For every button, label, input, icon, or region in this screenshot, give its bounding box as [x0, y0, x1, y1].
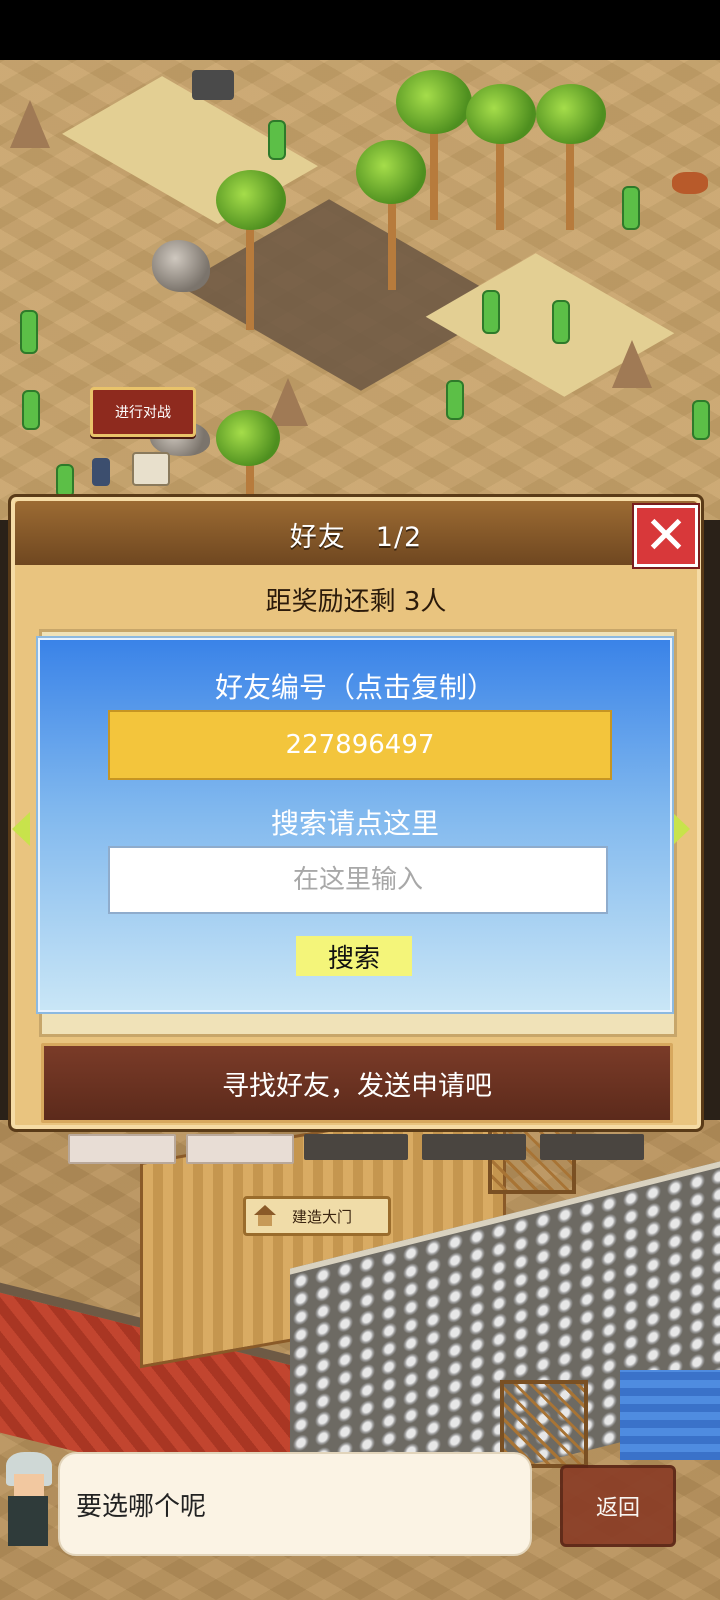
find-friends-button[interactable]: 寻找好友，发送申请吧 [41, 1043, 673, 1123]
search-label: 搜索请点这里 [270, 807, 439, 840]
arrow-left-icon[interactable] [12, 812, 30, 846]
home-icon [254, 1205, 276, 1227]
termite-mound [10, 100, 50, 148]
speech-bubble: 要选哪个呢 [58, 1452, 532, 1556]
friend-id-title: 好友编号（点击复制） [214, 671, 495, 704]
dialog-title: 好友 1/2 [11, 515, 701, 554]
cactus [56, 464, 74, 498]
page-indicator: 1/2 [375, 522, 423, 553]
search-button[interactable]: 搜索 [296, 936, 412, 976]
friend-slot[interactable] [186, 1134, 294, 1164]
avatar-face [14, 1474, 44, 1496]
palm-tree [216, 410, 280, 466]
cactus [20, 310, 38, 354]
friend-id-panel: 好友编号（点击复制） 227896497 搜索请点这里 搜索 [38, 638, 672, 1012]
palm-tree [466, 84, 536, 144]
palm-tree-trunk [430, 120, 438, 220]
friend-id-copy-box[interactable]: 227896497 [108, 710, 612, 780]
friend-slot[interactable] [540, 1134, 644, 1160]
close-icon: ✕ [644, 506, 688, 566]
cactus [482, 290, 500, 334]
cactus [622, 186, 640, 230]
speech-text: 要选哪个呢 [76, 1492, 207, 1522]
palm-tree-trunk [566, 130, 574, 230]
friend-slot[interactable] [304, 1134, 408, 1160]
back-button[interactable]: 返回 [560, 1465, 676, 1547]
cactus [552, 300, 570, 344]
build-gate-sign[interactable]: 建造大门 [243, 1196, 391, 1236]
map-top-area[interactable] [0, 60, 720, 520]
advisor-avatar [0, 1452, 56, 1552]
player-character[interactable] [92, 458, 110, 486]
dialog-title-text: 好友 [289, 522, 346, 553]
palm-tree [536, 84, 606, 144]
cactus [268, 120, 286, 160]
status-bar [0, 0, 720, 60]
wagon [132, 452, 170, 486]
palm-tree [356, 140, 426, 204]
build-gate-label: 建造大门 [292, 1207, 353, 1226]
battle-sign-button[interactable]: 进行对战 [90, 387, 196, 437]
cactus [446, 380, 464, 420]
palm-tree [396, 70, 472, 134]
search-input[interactable] [108, 846, 608, 914]
rock [152, 240, 210, 292]
water-pool [620, 1370, 720, 1460]
palm-tree-trunk [388, 190, 396, 290]
reward-remaining-text: 距奖励还剩 3人 [265, 587, 447, 617]
termite-mound [612, 340, 652, 388]
close-button[interactable]: ✕ [634, 505, 698, 567]
cart [192, 70, 234, 100]
cactus [22, 390, 40, 430]
friend-slot[interactable] [68, 1134, 176, 1164]
cactus [692, 400, 710, 440]
animal-enemy[interactable] [672, 172, 708, 194]
friend-slot[interactable] [422, 1134, 526, 1160]
palm-tree [216, 170, 286, 230]
arrow-right-icon[interactable] [672, 812, 690, 846]
game-screen: 进行对战 建造大门 好友 1/2 ✕ 距奖励还剩 3人 寻找好友，发送申请吧 好友… [0, 0, 720, 1600]
termite-mound [268, 378, 308, 426]
avatar-body [8, 1496, 48, 1546]
